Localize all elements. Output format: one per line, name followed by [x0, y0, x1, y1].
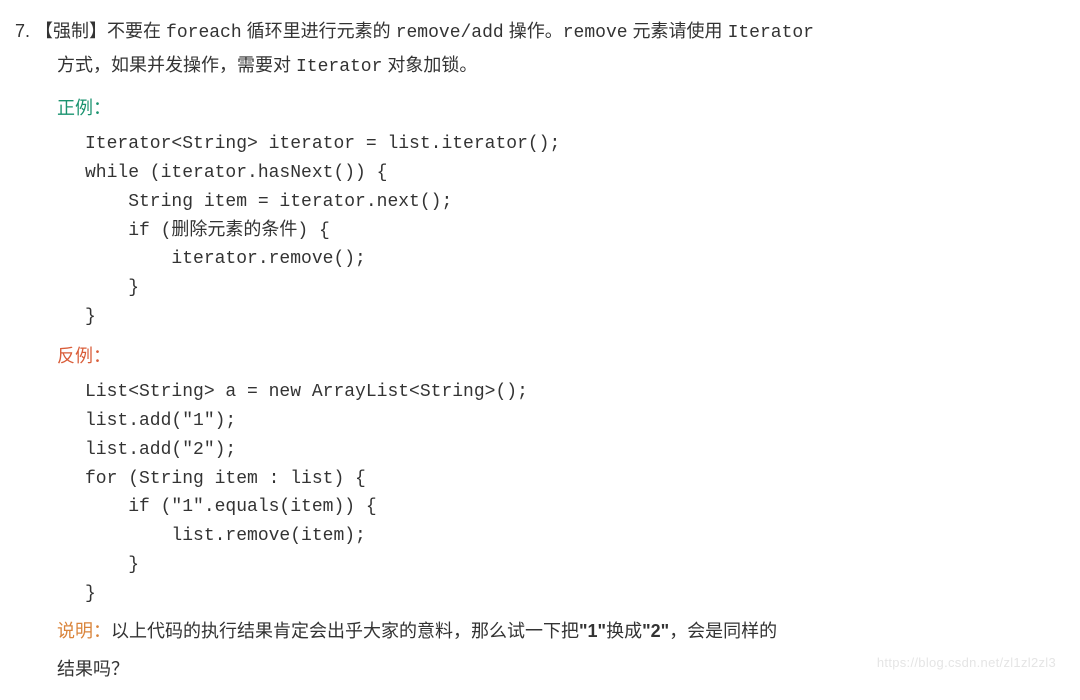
rule-text-1c: 操作。	[504, 21, 563, 41]
watermark: https://blog.csdn.net/zl1zl2zl3	[877, 651, 1056, 674]
rule-line2: 方式，如果并发操作，需要对 Iterator 对象加锁。	[57, 49, 1060, 83]
rule-number: 7.	[15, 21, 30, 41]
rule-text-1b: 循环里进行元素的	[242, 21, 396, 41]
mono-removeadd: remove/add	[396, 23, 504, 43]
mono-remove: remove	[563, 23, 628, 43]
rule-text-2a: 方式，如果并发操作，需要对	[57, 55, 296, 75]
note-text-2: 换成	[606, 621, 642, 641]
note-text-3: ，会是同样的	[669, 621, 777, 641]
positive-example-label: 正例：	[57, 92, 1060, 124]
negative-example-label: 反例：	[57, 340, 1060, 372]
note-bold-1: "1"	[579, 621, 606, 641]
note-text-1: 以上代码的执行结果肯定会出乎大家的意料，那么试一下把	[111, 621, 579, 641]
mono-iterator2: Iterator	[296, 57, 382, 77]
negative-code-block: List<String> a = new ArrayList<String>()…	[85, 378, 1060, 608]
note-section: 说明：以上代码的执行结果肯定会出乎大家的意料，那么试一下把"1"换成"2"，会是…	[57, 615, 1060, 647]
note-label: 说明：	[57, 621, 111, 641]
rule-header: 7. 【强制】不要在 foreach 循环里进行元素的 remove/add 操…	[15, 15, 1060, 49]
note-text-4: 结果吗？	[57, 659, 129, 679]
rule-tag: 【强制】	[35, 21, 107, 41]
rule-text-2b: 对象加锁。	[382, 55, 477, 75]
rule-text-1d: 元素请使用	[628, 21, 728, 41]
positive-code-block: Iterator<String> iterator = list.iterato…	[85, 130, 1060, 332]
rule-text-1a: 不要在	[107, 21, 166, 41]
note-bold-2: "2"	[642, 621, 669, 641]
mono-iterator1: Iterator	[728, 23, 814, 43]
mono-foreach: foreach	[166, 23, 242, 43]
